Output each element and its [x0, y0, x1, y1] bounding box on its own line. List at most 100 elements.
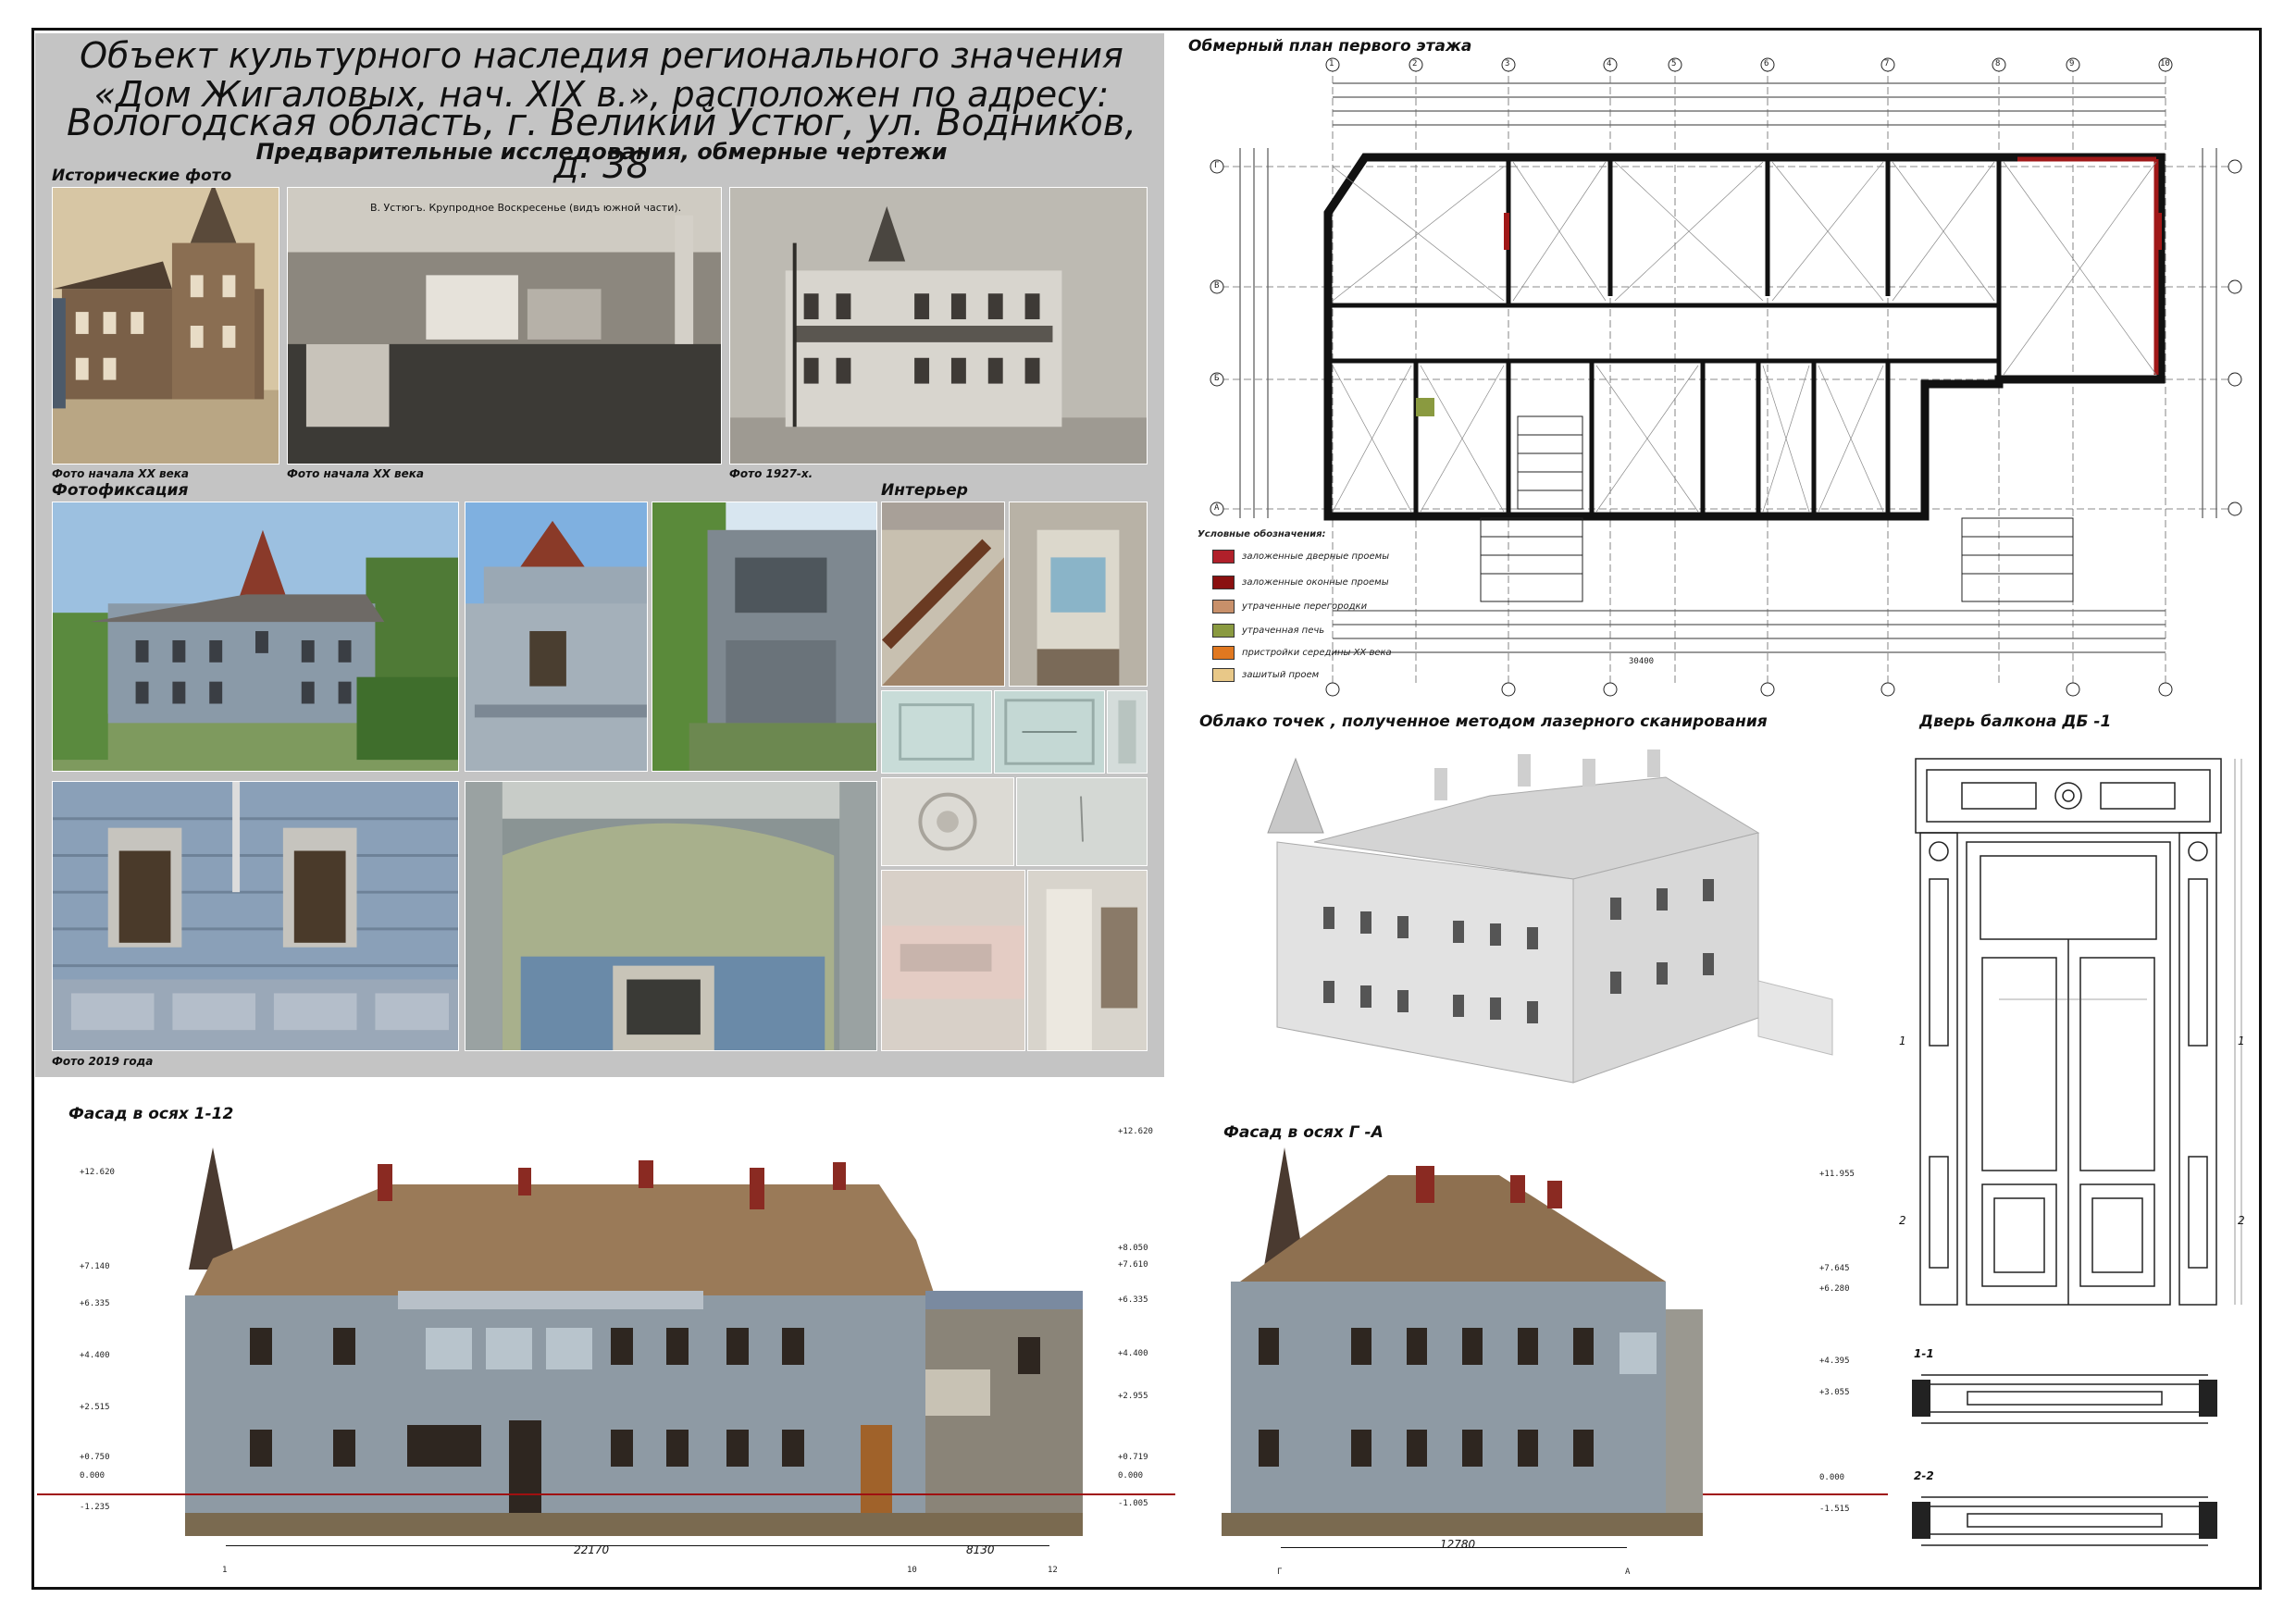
facade1-axis-mid: 10 [907, 1566, 917, 1575]
level-left: 0.000 [80, 1471, 105, 1481]
fixation-photo-porch [465, 781, 877, 1051]
caption-photo-1: Фото начала XX века [52, 467, 189, 480]
interior-photo-doorway [1009, 502, 1148, 687]
legend-item: утраченная печь [1212, 623, 1325, 638]
legend-label: пристройки середины XX века [1242, 647, 1392, 658]
plan-axis-left-A: А [1214, 503, 1220, 513]
caption-photo-2: Фото начала XX века [287, 467, 424, 480]
interior-detail-2 [994, 690, 1105, 774]
level-right: +7.610 [1118, 1260, 1148, 1270]
legend-item: заложенные оконные проемы [1212, 575, 1389, 589]
interior-photo-stove [881, 870, 1025, 1051]
historic-photo-1 [52, 187, 279, 465]
level-right: +4.400 [1118, 1349, 1148, 1358]
interior-detail-rosette [881, 777, 1014, 866]
level-right: +2.955 [1118, 1392, 1148, 1401]
facade2-level: +3.055 [1819, 1388, 1850, 1397]
level-left: +12.620 [80, 1168, 115, 1177]
historic-photo-2 [287, 187, 722, 465]
facade2-level: 0.000 [1819, 1473, 1845, 1482]
facade2-span: 12780 [1440, 1538, 1476, 1551]
legend-swatch [1212, 575, 1235, 589]
caption-photo-2019: Фото 2019 года [52, 1055, 154, 1068]
photo-fixation-label: Фотофиксация [52, 481, 189, 500]
historic-photo-3 [729, 187, 1148, 465]
plan-axis-left-B: Б [1214, 374, 1220, 383]
door-mark-1-left: 1 [1899, 1035, 1906, 1047]
facade-g-a-image [1222, 1147, 1703, 1536]
legend-swatch [1212, 599, 1235, 613]
plan-axis-top-8: 8 [1995, 59, 2001, 68]
level-left: +4.400 [80, 1351, 110, 1360]
plan-axis-top-6: 6 [1764, 59, 1769, 68]
facade2-level: +6.280 [1819, 1284, 1850, 1294]
facade2-axis-left: Г [1277, 1567, 1283, 1577]
door-section-2-2 [1912, 1488, 2217, 1553]
plan-axis-top-10: 10 [2160, 59, 2170, 68]
ground-line-1 [37, 1493, 1175, 1495]
legend-label: утраченные перегородки [1242, 601, 1368, 612]
interior-detail-1 [881, 690, 992, 774]
door-mark-1-right: 1 [2238, 1035, 2245, 1047]
level-right: +0.719 [1118, 1453, 1148, 1462]
interior-photo-corner [1027, 870, 1148, 1051]
plan-axis-top-7: 7 [1884, 59, 1890, 68]
plan-axis-top-1: 1 [1329, 59, 1334, 68]
facade2-level: -1.515 [1819, 1505, 1850, 1514]
door-section-1-1 [1912, 1366, 2217, 1431]
legend-label: заложенные оконные проемы [1242, 576, 1389, 588]
legend-swatch [1212, 667, 1235, 682]
level-right: +8.050 [1118, 1244, 1148, 1253]
legend-item: пристройки середины XX века [1212, 645, 1392, 660]
level-right: +12.620 [1118, 1127, 1153, 1136]
fixation-photo-balcony [652, 502, 877, 772]
section-1-1-label: 1-1 [1914, 1347, 1934, 1360]
legend-item: утраченные перегородки [1212, 599, 1368, 613]
plan-axis-top-5: 5 [1671, 59, 1677, 68]
subtitle: Предварительные исследования, обмерные ч… [255, 139, 948, 165]
point-cloud-image [1259, 740, 1851, 1092]
legend-swatch [1212, 623, 1235, 638]
plan-label: Обмерный план первого этажа [1188, 37, 1472, 56]
legend-label: утраченная печь [1242, 625, 1325, 636]
fixation-photo-tower [465, 502, 648, 772]
facade-g-a-label: Фасад в осях Г -А [1223, 1123, 1384, 1142]
interior-detail-wall [1016, 777, 1148, 866]
interior-label: Интерьер [881, 481, 968, 500]
plan-axis-top-9: 9 [2069, 59, 2075, 68]
plan-axis-top-4: 4 [1607, 59, 1612, 68]
facade1-span-2: 8130 [966, 1543, 995, 1556]
level-right: -1.005 [1118, 1499, 1148, 1508]
level-left: +6.335 [80, 1299, 110, 1308]
facade1-axis-right: 12 [1048, 1566, 1058, 1575]
level-right: 0.000 [1118, 1471, 1144, 1481]
plan-axis-top-2: 2 [1412, 59, 1418, 68]
plan-axis-left-G: Г [1214, 161, 1220, 170]
fixation-photo-main [52, 502, 459, 772]
door-mark-2-right: 2 [2238, 1214, 2245, 1227]
level-left: +7.140 [80, 1262, 110, 1271]
plan-axis-left-V: В [1214, 281, 1220, 291]
level-left: +0.750 [80, 1453, 110, 1462]
plan-overall-dim: 30400 [1629, 657, 1655, 666]
level-left: +2.515 [80, 1403, 110, 1412]
facade2-level: +11.955 [1819, 1170, 1855, 1179]
interior-detail-3 [1107, 690, 1148, 774]
door-mark-2-left: 2 [1899, 1214, 1906, 1227]
door-label: Дверь балкона ДБ -1 [1919, 712, 2112, 731]
postcard-caption: В. Устюгъ. Крупродное Воскресенье (видъ … [370, 202, 682, 214]
facade2-axis-right: А [1625, 1567, 1631, 1577]
facade-1-12-label: Фасад в осях 1-12 [68, 1105, 234, 1123]
facade2-level: +7.645 [1819, 1264, 1850, 1273]
legend-swatch [1212, 549, 1235, 564]
plan-axis-top-3: 3 [1505, 59, 1510, 68]
interior-photo-stairs [881, 502, 1005, 687]
fixation-photo-windows [52, 781, 459, 1051]
level-right: +6.335 [1118, 1295, 1148, 1305]
legend-label: заложенные дверные проемы [1242, 551, 1390, 562]
section-2-2-label: 2-2 [1914, 1469, 1934, 1482]
facade2-level: +4.395 [1819, 1357, 1850, 1366]
facade-1-12-image [157, 1147, 1083, 1536]
level-left: -1.235 [80, 1503, 110, 1512]
legend-item: зашитый проем [1212, 667, 1319, 682]
